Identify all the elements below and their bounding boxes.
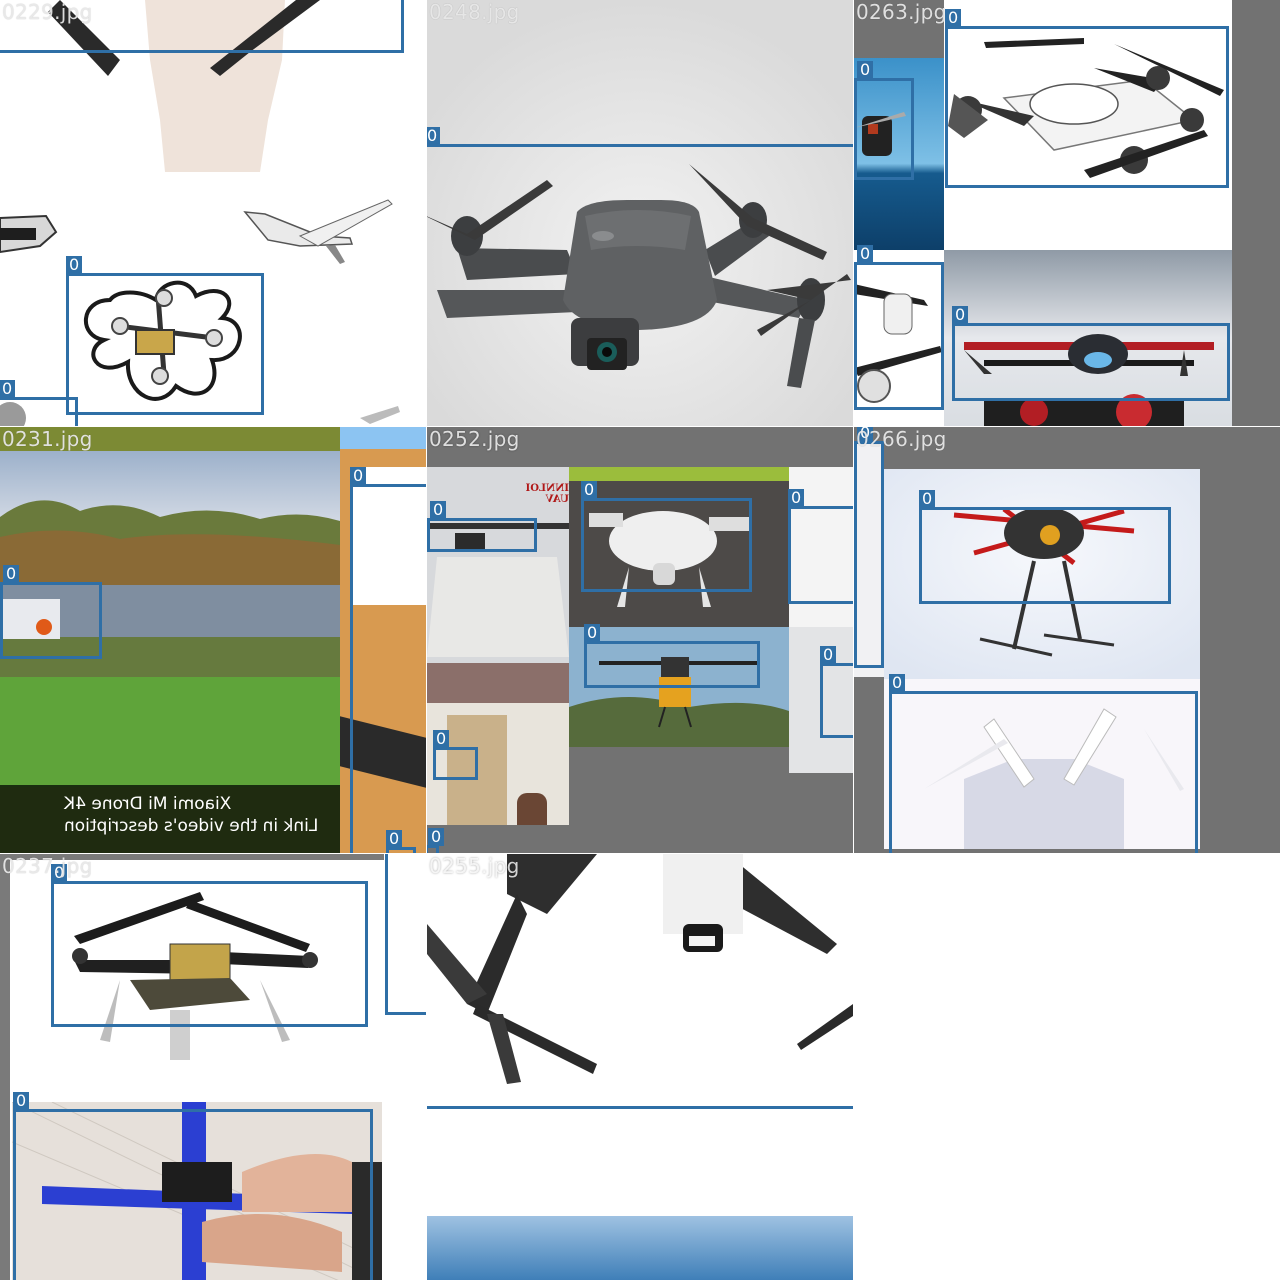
tile-filename: 0255.jpg (429, 854, 520, 878)
detection-box: 0 (854, 427, 884, 668)
tile-filename: 0231.jpg (2, 427, 93, 451)
mosaic-tile-0237: 0237.jpg 0 0 0 (0, 854, 426, 1280)
class-label: 0 (820, 646, 837, 664)
mosaic-tile-0248: 0248.jpg 0 (427, 0, 853, 426)
mosaic-tile-0229: 0229.jpg 0 0 0 (0, 0, 426, 426)
detection-box: 0 (385, 854, 426, 1015)
spray-drone-photo: INNLOI UAV (427, 467, 569, 703)
detection-box: 0 (0, 565, 102, 659)
sky-photo-strip (427, 1216, 853, 1280)
detection-box: 0 (854, 245, 944, 410)
class-label: 0 (427, 127, 441, 145)
empty-mosaic-cell (854, 854, 1280, 1280)
class-label: 0 (3, 565, 20, 583)
detection-box: 0 (945, 9, 1229, 188)
class-label: 0 (857, 245, 874, 263)
detection-box: 0 (0, 380, 78, 426)
class-label: 0 (889, 674, 906, 692)
detection-box: 0 (581, 481, 752, 592)
tile-filename: 0263.jpg (856, 0, 947, 24)
class-label: 0 (857, 61, 874, 79)
detection-box: 0 (51, 864, 368, 1027)
detection-box: 0 (427, 854, 853, 1109)
caption-line-1: Xiaomi Mi Drone 4K (63, 794, 232, 814)
class-label: 0 (581, 481, 598, 499)
class-label: 0 (350, 467, 367, 485)
detection-box: 0 (919, 490, 1171, 604)
detection-box: 0 (433, 730, 478, 780)
detection-box: 0 (854, 61, 914, 180)
caption-line-2: Link in the video's description (63, 816, 318, 836)
class-label: 0 (433, 730, 450, 748)
class-label: 0 (0, 380, 16, 398)
tile-filename: 0237.jpg (2, 854, 93, 878)
mosaic-tile-0252: INNLOI UAV 0252.jpg 0 0 0 0 0 0 0 (427, 427, 853, 853)
detection-box: 0 (820, 646, 853, 738)
class-label: 0 (584, 624, 601, 642)
class-label: 0 (428, 828, 445, 846)
mosaic-tile-0231: Xiaomi Mi Drone 4K Link in the video's d… (0, 427, 426, 853)
detection-box: 0 (584, 624, 760, 688)
mosaic-tile-0255: 0255.jpg 0 (427, 854, 853, 1280)
detection-box: 0 (427, 501, 537, 552)
class-label: 0 (945, 9, 962, 27)
tile-filename: 0252.jpg (429, 427, 520, 451)
detection-box: 0 (427, 828, 445, 853)
class-label: 0 (66, 256, 83, 274)
tile-filename: 0229.jpg (2, 0, 93, 24)
video-caption-overlay: Xiaomi Mi Drone 4K Link in the video's d… (0, 785, 340, 853)
tile-filename: 0248.jpg (429, 0, 520, 24)
mirrored-caption-text: Xiaomi Mi Drone 4K Link in the video's d… (64, 793, 318, 837)
tile-border (0, 854, 10, 1280)
detection-box: 0 (788, 489, 853, 604)
class-label: 0 (952, 306, 969, 324)
detection-box: 0 (427, 127, 853, 426)
mosaic-tile-0266: 0266.jpg 0 0 0 (854, 427, 1280, 853)
mosaic-tile-0263: 0263.jpg 0 0 0 0 (854, 0, 1280, 426)
class-label: 0 (13, 1092, 30, 1110)
detection-box: 0 (13, 1092, 373, 1280)
class-label: 0 (386, 830, 403, 848)
detection-box: 0 (350, 467, 426, 853)
tile-filename: 0266.jpg (856, 427, 947, 451)
detection-box: 0 (889, 674, 1198, 853)
class-label: 0 (919, 490, 936, 508)
detection-box: 0 (952, 306, 1230, 401)
detection-box: 0 (66, 256, 264, 415)
class-label: 0 (430, 501, 447, 519)
detection-box: 0 (386, 830, 416, 853)
class-label: 0 (788, 489, 805, 507)
